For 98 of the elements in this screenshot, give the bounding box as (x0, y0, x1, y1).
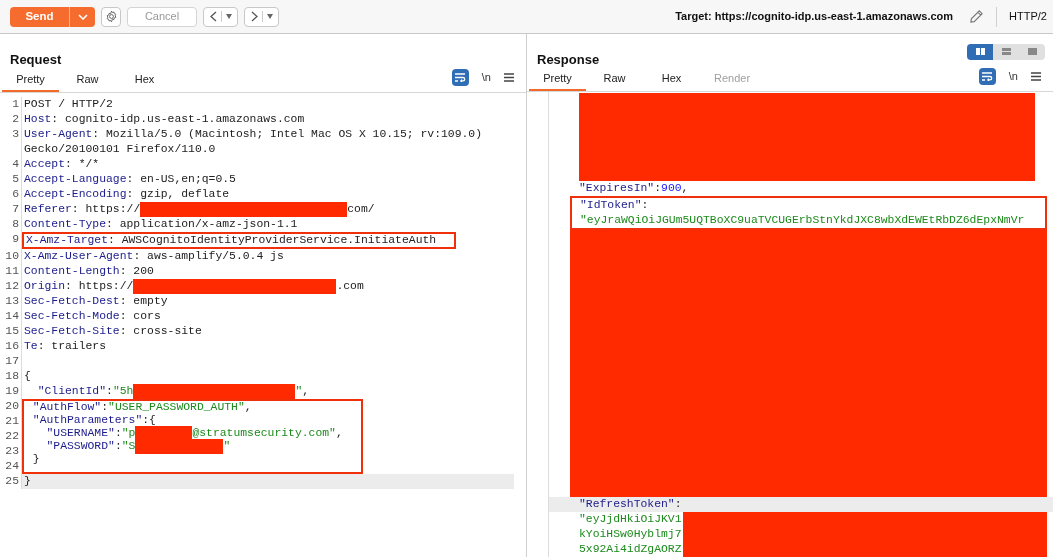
line-number: 7 (12, 201, 20, 217)
code-line: "AuthParameters":{ (31, 412, 157, 428)
caret-icon (266, 14, 273, 19)
line-number: 2 (12, 111, 20, 127)
code-text: "5h (112, 384, 134, 397)
code-text: "RefreshToken": (579, 497, 682, 512)
layout-toggle[interactable] (967, 43, 993, 60)
line-number: 24 (5, 458, 20, 474)
code-text: : (106, 384, 113, 397)
send-dropdown[interactable] (69, 6, 95, 27)
code-text: @stratumsecurity.com" (192, 426, 336, 439)
chevron-right-icon (250, 11, 258, 22)
line-number: 9 (12, 231, 20, 247)
line-number: 5 (12, 171, 20, 187)
caret-icon (77, 13, 88, 20)
code-line: Content-Type: application/x-amz-json-1.1 (23, 216, 299, 232)
code-line: Sec-Fetch-Site: cross-site (23, 323, 203, 339)
settings-button[interactable] (101, 6, 121, 27)
code-text: " (295, 384, 303, 397)
code-text: "eyJraWQiOiJGUm5UQTBoXC9uaTVCUGErbStnYkdJXC8wbXdEWEtRbDZ6dEpxNmVr (580, 213, 1025, 228)
code-line: User-Agent: Mozilla/5.0 (Macintosh; Intel Mac OS X 10.15; rv:109.0) Gecko/20100101 Firefox/110.0 (23, 126, 483, 157)
tab[interactable]: Hex (643, 68, 700, 91)
code-text: "eyJjdHkiOiJKV1 (579, 512, 682, 527)
code-line: X-Amz-User-Agent: aws-amplify/5.0.4 js (23, 248, 285, 264)
chevron-left-icon (209, 11, 217, 22)
code-text: com/ (347, 202, 375, 215)
line-number: 10 (5, 248, 20, 264)
target-label: Target: https://cognito-idp.us-east-1.amazonaws.com (675, 9, 954, 25)
protocol-label[interactable]: HTTP/2 (1009, 8, 1047, 25)
code-line: Te: trailers (23, 338, 108, 354)
panel-title: Request (10, 51, 62, 69)
code-text: "USERNAME" (45, 426, 115, 439)
line-number: 17 (5, 353, 20, 369)
tab[interactable]: Raw (586, 68, 643, 91)
line-number: 1 (12, 96, 20, 112)
code-text: "S (121, 439, 136, 452)
line-number: 18 (5, 368, 20, 384)
line-number: 19 (5, 383, 20, 399)
code-text: : https:// (71, 202, 141, 215)
tab[interactable]: Raw (59, 69, 116, 92)
code-line: Host: cognito-idp.us-east-1.amazonaws.com (23, 111, 306, 127)
menu-icon[interactable] (1031, 71, 1041, 81)
code-line: Content-Length: 200 (23, 263, 155, 279)
settings-icon (104, 10, 118, 23)
line-number: 23 (5, 443, 20, 459)
line-number: 13 (5, 293, 20, 309)
code-text: "PASSWORD" (45, 439, 115, 452)
menu-icon[interactable] (504, 72, 514, 82)
line-number: 16 (5, 338, 20, 354)
code-text: kYoiHSw0Hyblmj7 (579, 527, 682, 542)
line-number: 15 (5, 323, 20, 339)
line-number: 12 (5, 278, 20, 294)
code-text: "p (121, 426, 136, 439)
code-line: Sec-Fetch-Dest: empty (23, 293, 169, 309)
line-number: 20 (5, 398, 20, 414)
line-number: 6 (12, 186, 20, 202)
code-text: "ClientId" (36, 384, 107, 397)
code-line: } (31, 451, 41, 467)
line-number: 22 (5, 428, 20, 444)
line-number: 4 (12, 156, 20, 172)
panel-title: Response (537, 51, 600, 69)
code-line: POST / HTTP/2 (23, 96, 114, 112)
pencil-icon[interactable] (969, 9, 985, 24)
tab[interactable]: Hex (116, 69, 173, 92)
back-button[interactable] (203, 6, 238, 27)
code-text: : (114, 439, 122, 452)
code-text: Origin (24, 279, 65, 292)
code-text: : (114, 426, 122, 439)
line-number: 8 (12, 216, 20, 232)
forward-button[interactable] (244, 6, 279, 27)
code-text: "IdToken": (580, 198, 649, 213)
code-line: Accept-Encoding: gzip, deflate (23, 186, 231, 202)
newline-toggle[interactable]: \n (1008, 67, 1018, 85)
line-number: 21 (5, 413, 20, 429)
code-text: 5x92Ai4idZgAORZ (579, 542, 682, 557)
code-line: X-Amz-Target: AWSCognitoIdentityProviderService.InitiateAuth (25, 232, 437, 248)
line-number: 11 (5, 263, 20, 279)
caret-icon (225, 14, 232, 19)
wrap-icon[interactable] (978, 67, 996, 85)
line-number: 14 (5, 308, 20, 324)
newline-toggle[interactable]: \n (481, 68, 491, 86)
code-line: Sec-Fetch-Mode: cors (23, 308, 162, 324)
code-text: "ExpiresIn":900, (579, 181, 689, 196)
code-line: { (23, 368, 32, 384)
code-text: : https:// (65, 279, 134, 292)
code-text: , (302, 384, 310, 397)
code-text: Referer (24, 202, 72, 215)
code-text: , (335, 426, 343, 439)
tab[interactable]: Pretty (529, 68, 586, 91)
line-number: 25 (5, 473, 20, 489)
code-line: Accept-Language: en-US,en;q=0.5 (23, 171, 237, 187)
line-number: 3 (12, 126, 20, 142)
code-line: "AuthFlow":"USER_PASSWORD_AUTH", (31, 399, 253, 415)
code-line: Accept: */* (23, 156, 101, 172)
code-text: " (223, 439, 231, 452)
wrap-icon[interactable] (451, 68, 469, 86)
code-text: .com (336, 279, 364, 292)
tab[interactable]: Pretty (2, 69, 59, 92)
